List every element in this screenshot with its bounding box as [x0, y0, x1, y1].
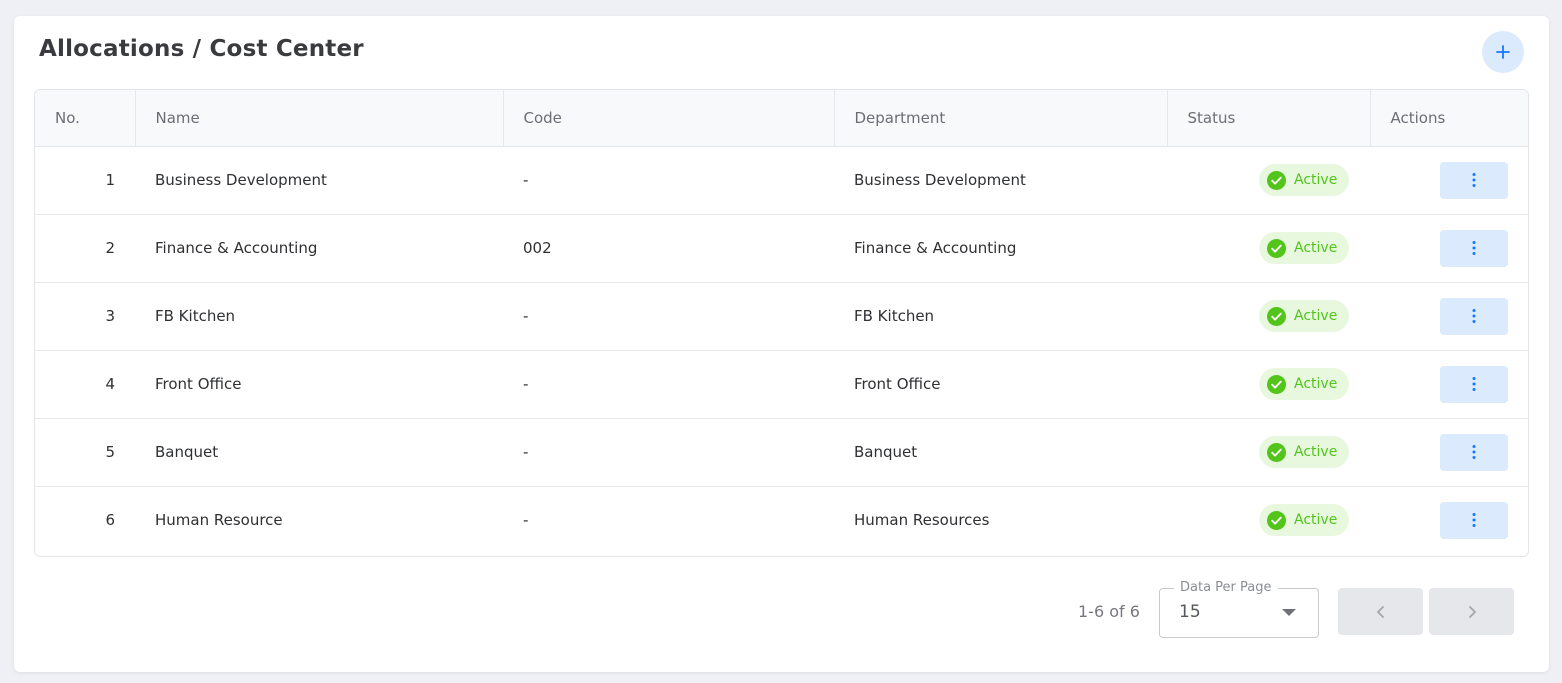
row-number: 5 — [35, 418, 135, 487]
status-label: Active — [1294, 376, 1338, 392]
row-number: 6 — [105, 511, 115, 530]
status-badge: Active — [1259, 164, 1350, 196]
row-actions-cell — [1370, 146, 1528, 215]
row-status-cell: Active — [1167, 486, 1370, 554]
row-actions-button[interactable] — [1440, 161, 1508, 199]
row-actions-button[interactable] — [1440, 365, 1508, 403]
row-actions-cell — [1370, 486, 1528, 554]
row-status-cell: Active — [1167, 282, 1370, 351]
add-cost-center-button[interactable] — [1482, 31, 1524, 73]
more-vertical-icon — [1472, 445, 1476, 459]
row-department: Business Development — [834, 146, 1167, 215]
status-label: Active — [1294, 308, 1338, 324]
status-label: Active — [1294, 444, 1338, 460]
more-vertical-icon — [1472, 309, 1476, 323]
row-department: Human Resources — [854, 511, 990, 530]
status-label: Active — [1294, 172, 1338, 188]
status-badge: Active — [1259, 232, 1350, 264]
pagination-range: 1-6 of 6 — [1078, 602, 1140, 621]
check-circle-icon — [1267, 238, 1286, 258]
row-name: FB Kitchen — [135, 282, 503, 351]
row-status-cell: Active — [1167, 418, 1370, 487]
row-department: Finance & Accounting — [834, 214, 1167, 283]
table-row: 3 FB Kitchen - FB Kitchen Active — [35, 282, 1528, 351]
status-badge: Active — [1259, 300, 1350, 332]
row-code: - — [523, 511, 529, 530]
chevron-right-icon — [1468, 605, 1476, 618]
column-header-name: Name — [135, 90, 504, 147]
cost-center-table: No. Name Code Department Status Actions … — [34, 89, 1529, 557]
table-row: 5 Banquet - Banquet Active — [35, 418, 1528, 487]
previous-page-button[interactable] — [1338, 588, 1423, 635]
more-vertical-icon — [1472, 377, 1476, 391]
status-badge: Active — [1259, 436, 1350, 468]
more-vertical-icon — [1472, 241, 1476, 255]
column-header-department: Department — [834, 90, 1168, 147]
row-number: 4 — [35, 350, 135, 419]
next-page-button[interactable] — [1429, 588, 1514, 635]
more-vertical-icon — [1472, 513, 1476, 528]
per-page-label: Data Per Page — [1174, 580, 1278, 595]
table-row: 2 Finance & Accounting 002 Finance & Accoun… — [35, 214, 1528, 283]
caret-down-icon — [1282, 609, 1296, 616]
column-header-status: Status — [1167, 90, 1371, 147]
row-department: Banquet — [834, 418, 1167, 487]
row-actions-cell — [1370, 350, 1528, 419]
row-department: Front Office — [834, 350, 1167, 419]
row-actions-button[interactable] — [1440, 229, 1508, 267]
row-actions-button[interactable] — [1440, 501, 1508, 539]
row-number: 3 — [35, 282, 135, 351]
pagination: 1-6 of 6 Data Per Page 15 — [14, 580, 1549, 638]
page-title: Allocations / Cost Center — [39, 36, 364, 62]
plus-icon — [1496, 45, 1510, 59]
row-name: Human Resource — [155, 511, 283, 530]
table-row: 4 Front Office - Front Office Active — [35, 350, 1528, 419]
row-status-cell: Active — [1167, 146, 1370, 215]
column-header-no: No. — [35, 90, 136, 147]
status-label: Active — [1294, 240, 1338, 256]
row-actions-cell — [1370, 282, 1528, 351]
row-name: Business Development — [135, 146, 503, 215]
status-badge: Active — [1259, 368, 1350, 400]
status-badge: Active — [1259, 504, 1350, 537]
row-name: Banquet — [135, 418, 503, 487]
row-code: - — [503, 350, 834, 419]
row-name: Front Office — [135, 350, 503, 419]
check-circle-icon — [1267, 374, 1286, 394]
table-header-row: No. Name Code Department Status Actions — [35, 90, 1528, 147]
cost-center-card: Allocations / Cost Center No. Name Code … — [14, 16, 1549, 672]
row-status-cell: Active — [1167, 350, 1370, 419]
row-department: FB Kitchen — [834, 282, 1167, 351]
check-circle-icon — [1267, 442, 1286, 462]
chevron-left-icon — [1376, 605, 1384, 618]
row-number: 1 — [35, 146, 135, 215]
row-actions-button[interactable] — [1440, 433, 1508, 471]
row-code: - — [503, 418, 834, 487]
table-row: 6 Human Resource - Human Resources Active — [35, 486, 1528, 554]
row-actions-cell — [1370, 418, 1528, 487]
row-name: Finance & Accounting — [135, 214, 503, 283]
row-number: 2 — [35, 214, 135, 283]
row-actions-button[interactable] — [1440, 297, 1508, 335]
check-circle-icon — [1267, 510, 1286, 530]
row-code: 002 — [503, 214, 834, 283]
per-page-value: 15 — [1179, 602, 1201, 622]
row-code: - — [503, 282, 834, 351]
per-page-select[interactable]: Data Per Page 15 — [1159, 580, 1319, 638]
check-circle-icon — [1267, 170, 1286, 190]
row-status-cell: Active — [1167, 214, 1370, 283]
more-vertical-icon — [1472, 173, 1476, 187]
column-header-actions: Actions — [1370, 90, 1528, 147]
status-label: Active — [1294, 512, 1338, 529]
column-header-code: Code — [503, 90, 835, 147]
table-row: 1 Business Development - Business Developme… — [35, 146, 1528, 215]
row-actions-cell — [1370, 214, 1528, 283]
row-code: - — [503, 146, 834, 215]
check-circle-icon — [1267, 306, 1286, 326]
